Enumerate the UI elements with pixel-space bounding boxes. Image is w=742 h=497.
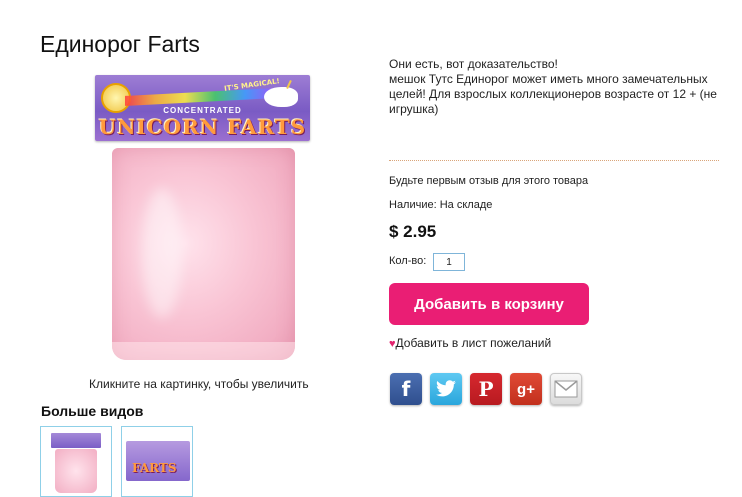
- product-title: Единорог Farts: [40, 31, 200, 57]
- facebook-icon[interactable]: f: [390, 373, 422, 405]
- package-header-card: IT'S MAGICAL! CONCENTRATED UNICORN FARTS: [95, 75, 310, 141]
- description-line-1: Они есть, вот доказательство!: [389, 57, 558, 71]
- product-price: $ 2.95: [389, 222, 437, 241]
- description-line-2: мешок Тутс Единорог может иметь много за…: [389, 72, 717, 116]
- product-description: Они есть, вот доказательство! мешок Тутс…: [389, 57, 729, 117]
- email-icon[interactable]: [550, 373, 582, 405]
- wishlist-label: Добавить в лист пожеланий: [395, 336, 552, 350]
- pink-bag-image: [112, 148, 295, 360]
- google-plus-icon[interactable]: g+: [510, 373, 542, 405]
- thumbnail-card-graphic: [126, 441, 190, 481]
- thumbnail-2[interactable]: [121, 426, 193, 497]
- add-to-cart-button[interactable]: Добавить в корзину: [389, 283, 589, 325]
- social-share-bar: f P g+: [390, 373, 582, 405]
- thumbnail-card-graphic: [51, 433, 101, 448]
- availability-status: Наличие: На складе: [389, 199, 493, 211]
- zoom-hint: Кликните на картинку, чтобы увеличить: [89, 377, 309, 391]
- unicorn-icon: [264, 87, 298, 107]
- quantity-label: Кол-во:: [389, 255, 427, 267]
- pinterest-icon[interactable]: P: [470, 373, 502, 405]
- add-to-wishlist-link[interactable]: ♥Добавить в лист пожеланий: [389, 336, 551, 350]
- quantity-input[interactable]: [433, 253, 465, 271]
- divider: [389, 160, 719, 161]
- rainbow-graphic: [125, 88, 275, 106]
- product-main-image[interactable]: IT'S MAGICAL! CONCENTRATED UNICORN FARTS: [95, 70, 310, 370]
- thumbnail-bag-graphic: [55, 449, 97, 493]
- package-subtitle: CONCENTRATED: [163, 106, 242, 115]
- more-views-heading: Больше видов: [41, 403, 144, 419]
- first-review-link[interactable]: Будьте первым отзыв для этого товара: [389, 175, 588, 187]
- thumbnail-1[interactable]: [40, 426, 112, 497]
- twitter-icon[interactable]: [430, 373, 462, 405]
- package-brand: UNICORN FARTS: [98, 115, 307, 139]
